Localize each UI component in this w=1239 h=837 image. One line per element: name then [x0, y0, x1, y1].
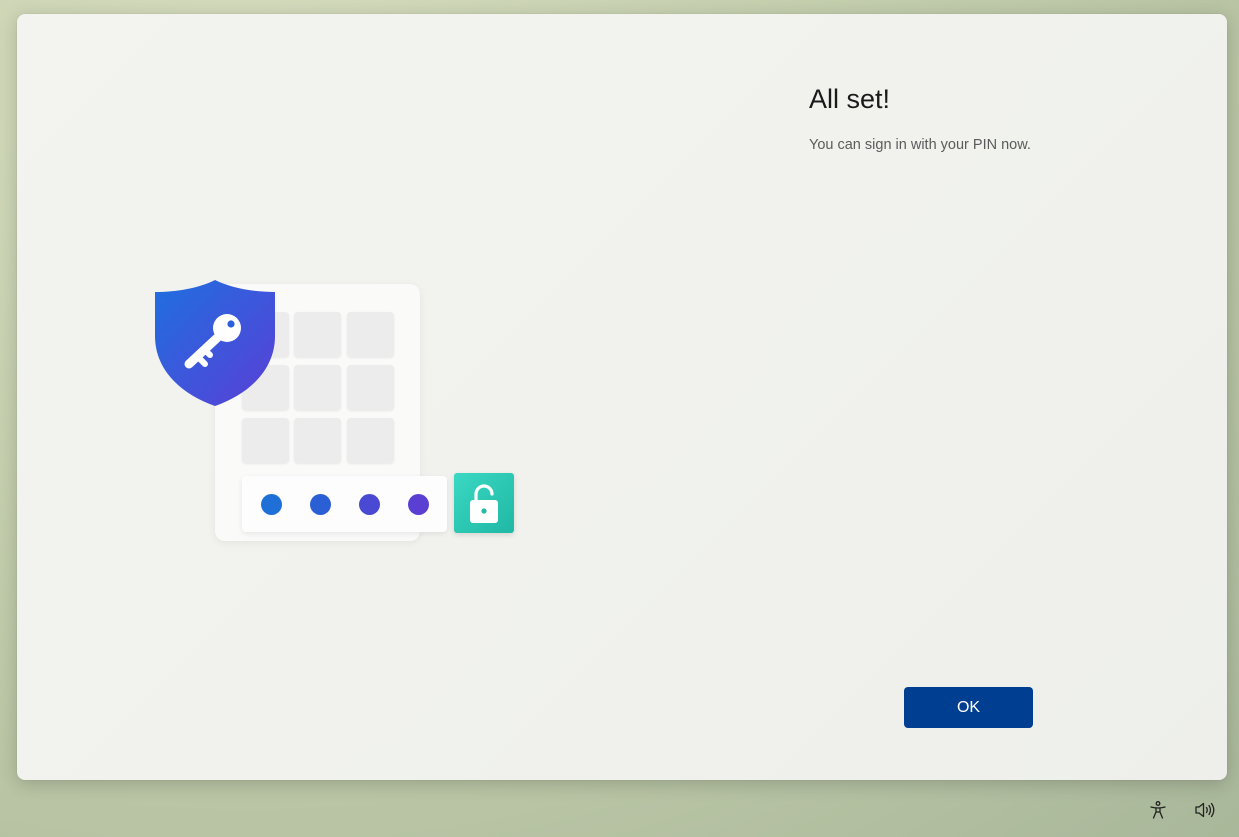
pin-illustration [135, 264, 515, 564]
keypad-key [242, 418, 289, 463]
keypad-key [294, 312, 341, 357]
page-message: You can sign in with your PIN now. [809, 137, 1031, 153]
keypad-key [347, 365, 394, 410]
pin-entry-bar [242, 476, 447, 532]
accessibility-icon [1150, 801, 1166, 819]
unlocked-padlock-icon [454, 473, 514, 533]
volume-icon [1195, 802, 1215, 818]
pin-dot [310, 494, 331, 515]
ok-button[interactable]: OK [904, 687, 1033, 728]
shield-key-icon [153, 278, 277, 408]
keypad-key [294, 418, 341, 463]
pin-dot [359, 494, 380, 515]
keypad-key [347, 418, 394, 463]
pin-dot [408, 494, 429, 515]
keypad-key [347, 312, 394, 357]
setup-window: All set! You can sign in with your PIN n… [17, 14, 1227, 780]
accessibility-button[interactable] [1145, 797, 1171, 823]
volume-button[interactable] [1192, 797, 1218, 823]
page-title: All set! [809, 84, 891, 114]
pin-dot [261, 494, 282, 515]
keypad-key [294, 365, 341, 410]
